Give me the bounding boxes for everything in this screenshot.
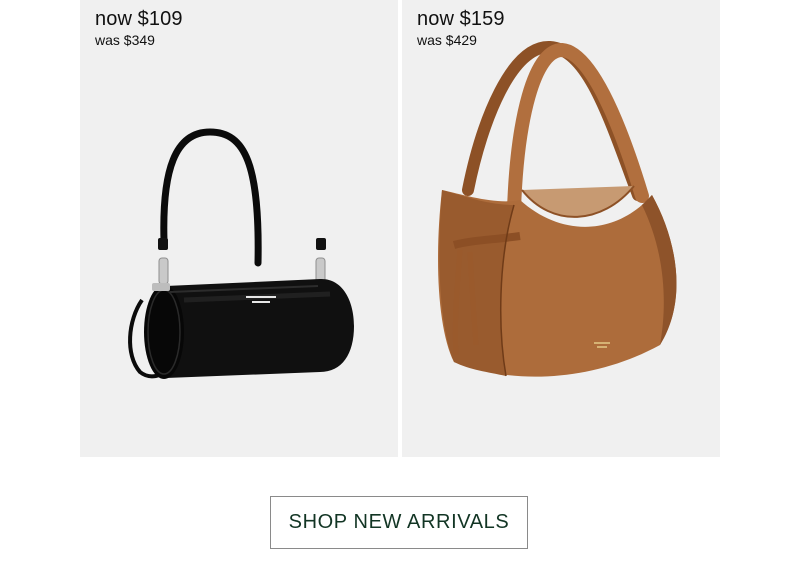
original-price: was $429 bbox=[417, 32, 477, 48]
tan-hobo-bag-image[interactable] bbox=[402, 0, 720, 457]
shop-new-arrivals-button[interactable]: SHOP NEW ARRIVALS bbox=[270, 496, 528, 549]
black-crossbody-bag-image[interactable] bbox=[80, 0, 398, 457]
original-price: was $349 bbox=[95, 32, 155, 48]
sale-price: now $159 bbox=[417, 8, 505, 30]
product-card-1[interactable]: now $109 was $349 bbox=[80, 0, 398, 457]
product-card-2[interactable]: now $159 was $429 bbox=[402, 0, 720, 457]
shop-new-arrivals-label: SHOP NEW ARRIVALS bbox=[288, 511, 510, 533]
sale-price: now $109 bbox=[95, 8, 183, 30]
price-block-1: now $109 was $349 bbox=[95, 7, 183, 49]
price-block-2: now $159 was $429 bbox=[417, 7, 505, 49]
